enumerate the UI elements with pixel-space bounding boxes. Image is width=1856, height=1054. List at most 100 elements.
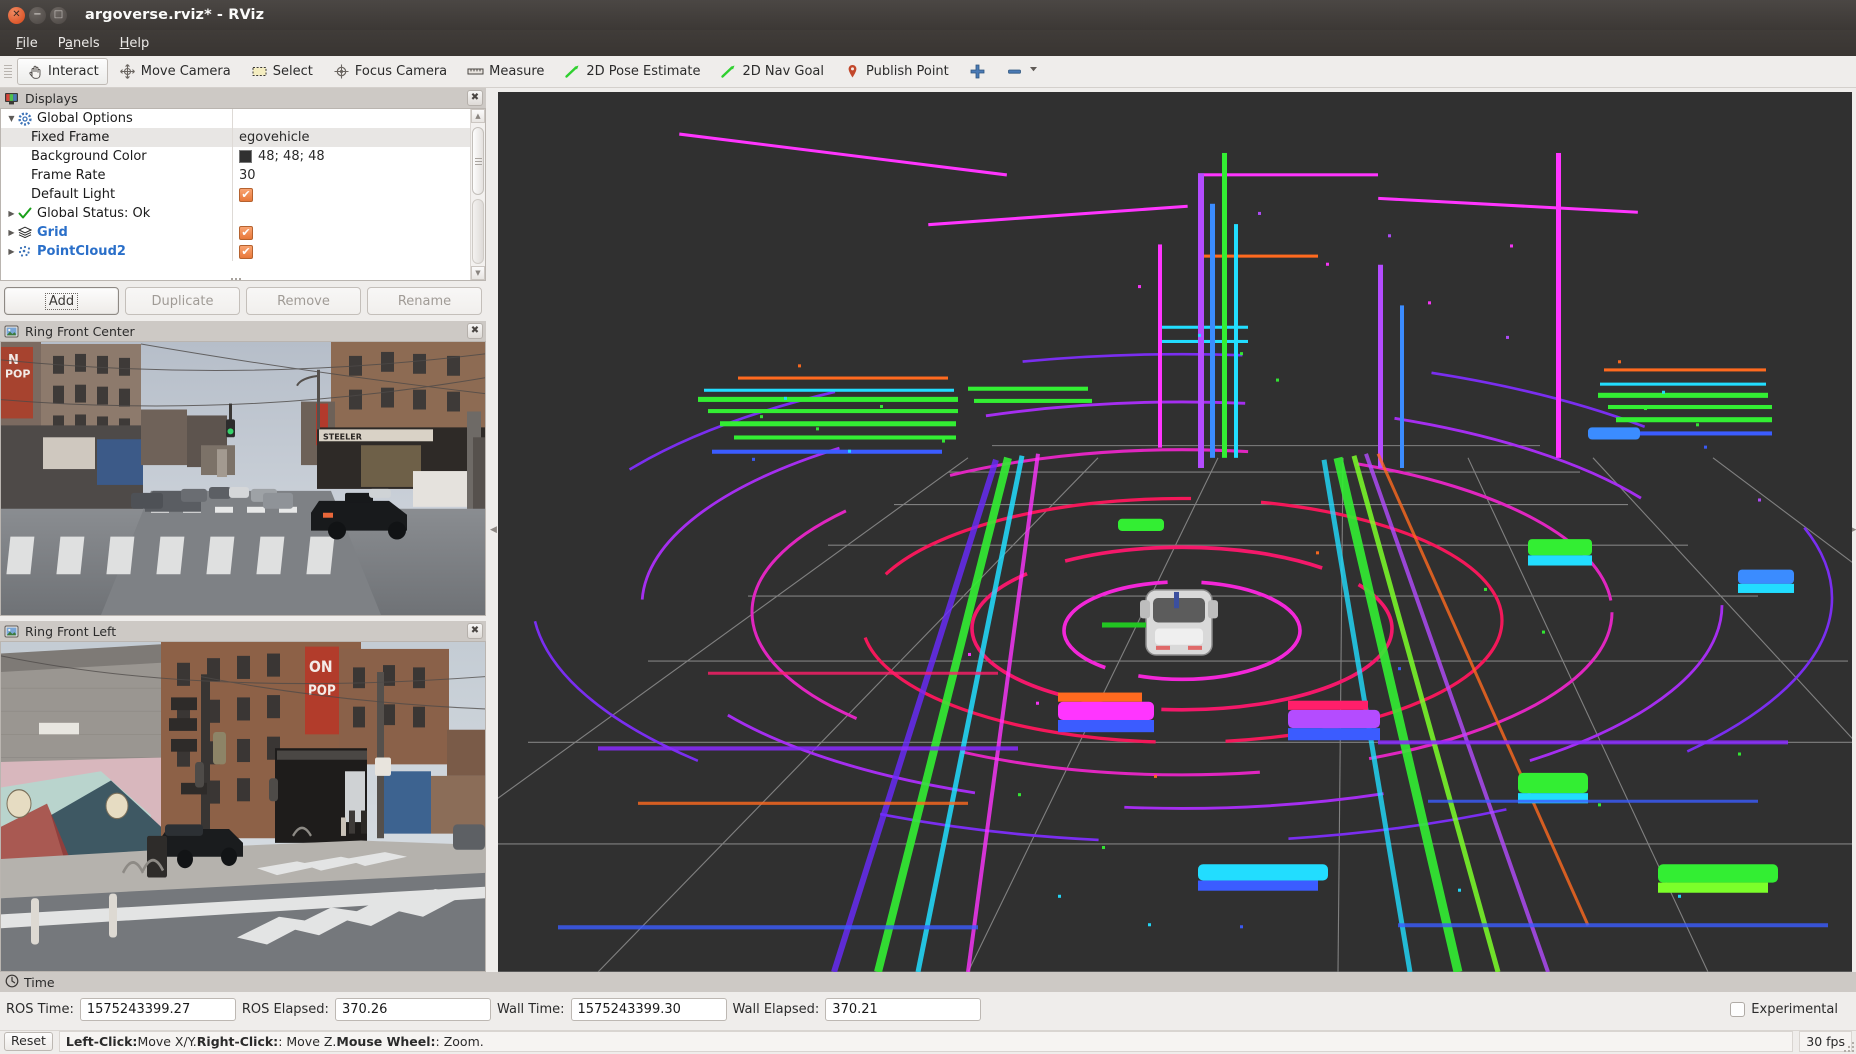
- toolbar-drag-handle[interactable]: [4, 62, 12, 82]
- move-camera-icon: [119, 63, 136, 80]
- rename-button-label: Rename: [397, 293, 452, 309]
- tree-row-background-color[interactable]: Background Color 48; 48; 48: [1, 147, 470, 166]
- wall-elapsed-input[interactable]: 370.21: [825, 997, 982, 1021]
- default-light-checkbox[interactable]: ✔: [239, 187, 253, 202]
- grid-enabled-checkbox[interactable]: ✔: [239, 225, 253, 240]
- tree-row-frame-rate[interactable]: Frame Rate 30: [1, 166, 470, 185]
- displays-vertical-scrollbar[interactable]: ▲ ▼: [470, 109, 485, 280]
- clock-icon: [5, 974, 19, 991]
- hand-cursor-icon: [26, 63, 43, 80]
- gear-icon: [18, 112, 33, 126]
- scrollbar-thumb[interactable]: [472, 127, 484, 195]
- rename-button[interactable]: Rename: [367, 287, 482, 315]
- tool-2d-pose-estimate[interactable]: 2D Pose Estimate: [555, 58, 709, 85]
- pointcloud-render[interactable]: [498, 92, 1852, 972]
- remove-button-label: Remove: [277, 293, 330, 309]
- ruler-icon: [467, 63, 484, 80]
- tool-move-camera[interactable]: Move Camera: [110, 58, 240, 85]
- tree-row-fixed-frame[interactable]: Fixed Frame egovehicle: [1, 128, 470, 147]
- scrollbar-track[interactable]: [472, 199, 484, 264]
- tool-publish-point[interactable]: Publish Point: [835, 58, 958, 85]
- ros-elapsed-input[interactable]: 370.26: [334, 997, 491, 1021]
- tool-2d-nav-goal[interactable]: 2D Nav Goal: [711, 58, 833, 85]
- image-panel-icon: [4, 324, 19, 339]
- close-icon[interactable]: ✖: [467, 623, 483, 639]
- tree-label: Background Color: [31, 149, 147, 164]
- window-resize-grip[interactable]: [1843, 1041, 1855, 1053]
- select-rectangle-icon: [251, 63, 268, 80]
- menu-file[interactable]: File: [6, 33, 48, 54]
- tree-cell-value[interactable]: ✔: [233, 185, 470, 204]
- chevron-down-icon[interactable]: [1028, 63, 1039, 80]
- tool-measure[interactable]: Measure: [458, 58, 553, 85]
- reset-button[interactable]: Reset: [4, 1032, 53, 1051]
- tree-label: Global Status: Ok: [37, 206, 151, 221]
- tree-cell-name: ▶ Grid: [1, 223, 233, 242]
- wall-time-input[interactable]: 1575243399.30: [570, 997, 727, 1021]
- tool-interact[interactable]: Interact: [17, 58, 108, 85]
- menu-panels[interactable]: Panels: [48, 33, 110, 54]
- disclosure-triangle-icon[interactable]: ▶: [5, 247, 18, 256]
- tree-cell-value[interactable]: 48; 48; 48: [233, 147, 470, 166]
- fixed-frame-value: egovehicle: [239, 130, 310, 145]
- tree-cell-name: ▼ Global Options: [1, 109, 233, 128]
- tree-cell-value[interactable]: ✔: [233, 242, 470, 261]
- disclosure-triangle-icon[interactable]: ▼: [5, 114, 18, 123]
- tree-row-default-light[interactable]: Default Light ✔: [1, 185, 470, 204]
- tree-cell-value[interactable]: 30: [233, 166, 470, 185]
- tree-row-global-options[interactable]: ▼ Global Options: [1, 109, 470, 128]
- camera-panel-ring-front-left: Ring Front Left ✖ ON POP: [0, 621, 486, 972]
- tool-focus-camera[interactable]: Focus Camera: [324, 58, 456, 85]
- wall-time-label: Wall Time:: [496, 1001, 565, 1017]
- hint-right-click-desc: : Move Z.: [278, 1034, 337, 1049]
- displays-action-buttons: Add Duplicate Remove Rename: [0, 287, 486, 315]
- panel-splitter-handle[interactable]: [230, 278, 241, 280]
- disclosure-triangle-icon[interactable]: ▶: [5, 209, 18, 218]
- scroll-down-arrow-icon[interactable]: ▼: [471, 266, 485, 280]
- duplicate-button[interactable]: Duplicate: [125, 287, 240, 315]
- ego-axis-marker: [1102, 622, 1146, 628]
- status-bar: Reset Left-Click: Move X/Y. Right-Click:…: [0, 1030, 1856, 1054]
- tree-cell-name: ▶ PointCloud2: [1, 242, 233, 261]
- dock-splitter-left[interactable]: ◀: [489, 88, 498, 972]
- tree-cell-value: [233, 109, 470, 128]
- time-fields-row: ROS Time: 1575243399.27 ROS Elapsed: 370…: [0, 992, 1856, 1026]
- tree-row-global-status[interactable]: ▶ Global Status: Ok: [1, 204, 470, 223]
- window-minimize-button[interactable]: −: [29, 6, 46, 24]
- displays-panel: Displays ✖ ▼ Global Options Fixed Frame …: [0, 88, 486, 281]
- remove-tool-button[interactable]: [997, 58, 1048, 85]
- reset-button-label: Reset: [11, 1033, 46, 1048]
- menu-help[interactable]: Help: [110, 33, 160, 54]
- experimental-label: Experimental: [1751, 1001, 1838, 1017]
- tree-cell-value[interactable]: egovehicle: [233, 128, 470, 147]
- ros-time-input[interactable]: 1575243399.27: [79, 997, 236, 1021]
- tree-row-pointcloud2[interactable]: ▶ PointCloud2 ✔: [1, 242, 470, 261]
- tool-select[interactable]: Select: [242, 58, 322, 85]
- tree-row-grid[interactable]: ▶ Grid ✔: [1, 223, 470, 242]
- tree-cell-value[interactable]: ✔: [233, 223, 470, 242]
- menu-panels-label-rest: nels: [73, 35, 100, 51]
- window-close-button[interactable]: ✕: [8, 6, 25, 24]
- scroll-up-arrow-icon[interactable]: ▲: [471, 109, 485, 123]
- tools-toolbar: Interact Move Camera Select Focus Camera…: [0, 56, 1856, 88]
- close-icon[interactable]: ✖: [467, 90, 483, 106]
- tool-publish-point-label: Publish Point: [866, 64, 949, 79]
- time-panel-titlebar: Time: [0, 972, 1856, 992]
- remove-button[interactable]: Remove: [246, 287, 361, 315]
- add-tool-button[interactable]: [960, 58, 995, 85]
- add-button[interactable]: Add: [4, 287, 119, 315]
- svg-text:STEELER: STEELER: [323, 432, 362, 441]
- disclosure-triangle-icon[interactable]: ▶: [5, 228, 18, 237]
- focus-camera-icon: [333, 63, 350, 80]
- duplicate-button-label: Duplicate: [151, 293, 214, 309]
- window-maximize-button[interactable]: □: [50, 6, 67, 24]
- experimental-checkbox[interactable]: [1730, 1001, 1746, 1017]
- close-icon[interactable]: ✖: [467, 323, 483, 339]
- grid-layers-icon: [17, 226, 33, 239]
- pointcloud2-enabled-checkbox[interactable]: ✔: [239, 244, 253, 259]
- displays-tree[interactable]: ▼ Global Options Fixed Frame egovehicle …: [1, 109, 470, 280]
- green-arrow-icon: [720, 63, 737, 80]
- camera-panel-ring-front-center: Ring Front Center ✖ N POP STEELER: [0, 321, 486, 616]
- color-swatch[interactable]: [239, 150, 252, 163]
- render-view-3d[interactable]: [498, 92, 1852, 972]
